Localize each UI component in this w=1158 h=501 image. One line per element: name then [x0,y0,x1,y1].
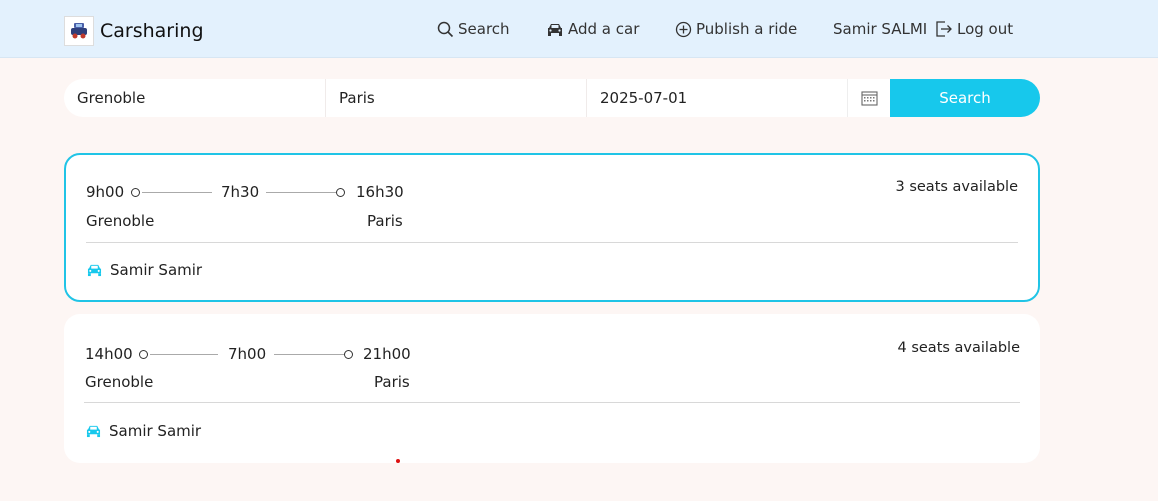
timeline-line [142,192,212,193]
cursor-dot [396,459,400,463]
user-name: Samir SALMI [833,20,928,38]
navbar: Carsharing Search Add a car Publish a ri… [0,0,1158,58]
seats-available: 3 seats available [895,179,1019,195]
search-button[interactable]: Search [890,79,1040,117]
car-icon [86,425,101,438]
plus-circle-icon [675,21,692,37]
departure-city: Grenoble [86,212,155,230]
brand-logo [64,16,94,46]
ride-search-form: Search [64,79,1040,117]
search-icon [437,21,454,37]
ride-card[interactable]: 14h00 7h00 21h00 Grenoble Paris 4 seats … [64,314,1040,463]
nav-publish-ride-label: Publish a ride [696,20,798,38]
logout-link[interactable]: Log out [935,20,1013,38]
date-input[interactable] [586,79,847,117]
timeline-line [150,354,218,355]
to-city-input[interactable] [325,79,586,117]
ride-card[interactable]: 9h00 7h30 16h30 Grenoble Paris 3 seats a… [64,153,1040,302]
seats-available: 4 seats available [897,340,1021,356]
card-divider [86,242,1018,243]
calendar-button[interactable] [847,79,890,117]
from-city-input[interactable] [64,79,325,117]
arrival-time: 21h00 [363,345,411,363]
nav-search-label: Search [458,20,510,38]
departure-marker [131,188,140,197]
driver-name: Samir Samir [110,261,203,279]
arrival-time: 16h30 [356,183,404,201]
brand[interactable]: Carsharing [64,16,204,46]
timeline-line [266,192,336,193]
nav-search-link[interactable]: Search [437,20,510,38]
nav-add-car-link[interactable]: Add a car [546,20,639,38]
car-logo-icon [71,23,87,39]
ride-duration: 7h00 [228,345,267,363]
departure-city: Grenoble [85,373,154,391]
driver-info: Samir Samir [86,261,202,279]
driver-name: Samir Samir [109,422,202,440]
arrival-city: Paris [374,373,410,391]
driver-info: Samir Samir [85,422,201,440]
logout-label: Log out [957,20,1014,38]
brand-name: Carsharing [100,20,204,42]
car-icon [548,23,562,36]
departure-marker [139,350,148,359]
ride-duration: 7h30 [221,183,260,201]
arrival-marker [336,188,345,197]
timeline-line [274,354,344,355]
departure-time: 14h00 [85,345,133,363]
nav-add-car-label: Add a car [568,20,640,38]
calendar-icon [860,91,878,106]
departure-time: 9h00 [86,183,125,201]
arrival-city: Paris [367,212,403,230]
nav-publish-ride-link[interactable]: Publish a ride [675,20,797,38]
arrival-marker [344,350,353,359]
car-icon [87,264,102,277]
logout-icon [936,21,952,37]
card-divider [84,402,1020,403]
